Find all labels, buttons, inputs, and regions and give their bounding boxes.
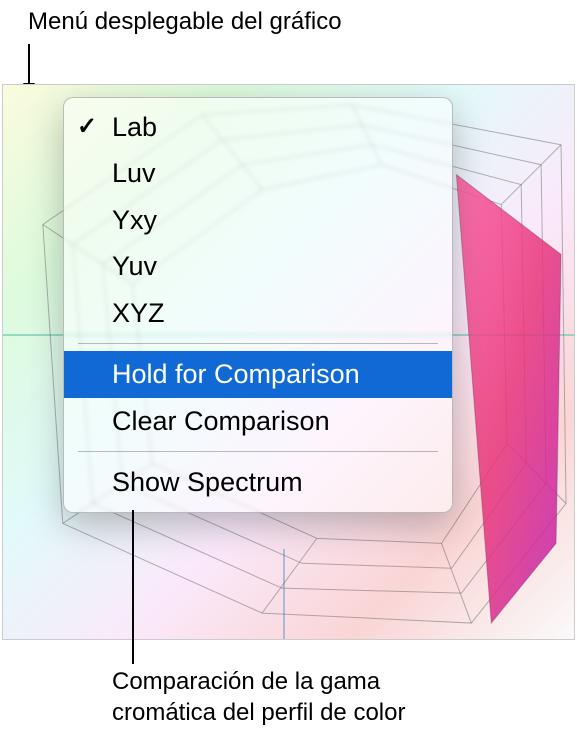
menu-item-label: Yxy <box>112 205 157 235</box>
color-profile-viewport[interactable]: ✓ Lab Luv Yxy Yuv XYZ Hold for Compariso… <box>2 84 575 640</box>
menu-item-label: Clear Comparison <box>112 406 330 436</box>
menu-item-label: XYZ <box>112 298 165 328</box>
checkmark-icon: ✓ <box>77 111 97 143</box>
menu-separator <box>78 343 438 344</box>
chart-popup-menu: ✓ Lab Luv Yxy Yuv XYZ Hold for Compariso… <box>63 97 453 513</box>
menu-item-yxy[interactable]: Yxy <box>64 197 452 243</box>
menu-item-luv[interactable]: Luv <box>64 150 452 196</box>
callout-bottom-line <box>132 510 134 664</box>
menu-item-label: Luv <box>112 158 156 188</box>
menu-item-lab[interactable]: ✓ Lab <box>64 104 452 150</box>
menu-item-show-spectrum[interactable]: Show Spectrum <box>64 459 452 505</box>
menu-item-label: Lab <box>112 112 157 142</box>
menu-item-hold-comparison[interactable]: Hold for Comparison <box>64 351 452 397</box>
callout-top-label: Menú desplegable del gráfico <box>28 8 342 36</box>
menu-item-clear-comparison[interactable]: Clear Comparison <box>64 398 452 444</box>
menu-separator <box>78 451 438 452</box>
callout-bottom-line2: cromática del perfil de color <box>112 697 405 728</box>
menu-item-label: Show Spectrum <box>112 467 303 497</box>
callout-bottom-line1: Comparación de la gama <box>112 666 405 697</box>
callout-bottom-label: Comparación de la gama cromática del per… <box>112 666 405 728</box>
menu-item-label: Hold for Comparison <box>112 359 360 389</box>
menu-item-yuv[interactable]: Yuv <box>64 243 452 289</box>
menu-item-xyz[interactable]: XYZ <box>64 290 452 336</box>
menu-item-label: Yuv <box>112 251 157 281</box>
